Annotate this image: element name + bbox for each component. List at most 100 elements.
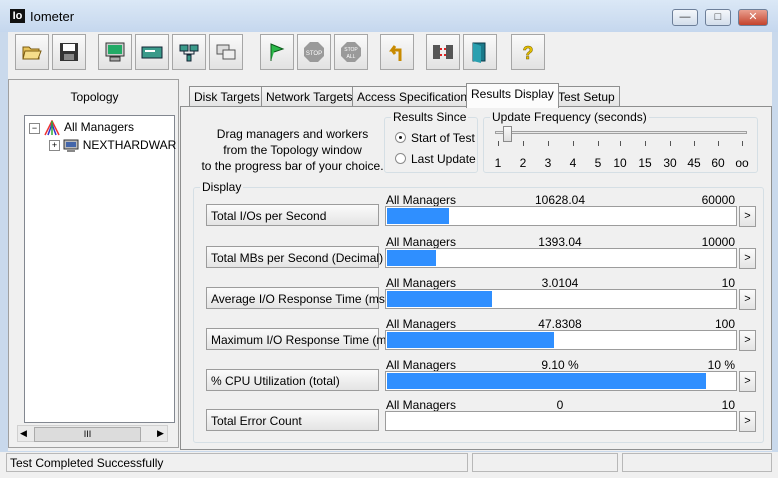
new-network-worker-button[interactable]: [172, 34, 206, 70]
row-max: 10 %: [707, 358, 735, 372]
row-manager-label: All Managers: [386, 193, 457, 207]
tree-node-manager[interactable]: + NEXTHARDWAR: [49, 138, 176, 153]
progress-fill: [387, 208, 449, 224]
maximize-button[interactable]: □: [705, 9, 731, 26]
stop-all-button[interactable]: STOP ALL: [334, 34, 368, 70]
frequency-tick-label: 30: [663, 156, 677, 170]
row-max: 60000: [701, 193, 735, 207]
svg-text:STOP: STOP: [344, 47, 358, 53]
duplicate-worker-button[interactable]: [209, 34, 243, 70]
metric-button[interactable]: Total MBs per Second (Decimal): [206, 246, 383, 268]
topology-tree[interactable]: − All Managers + NEXTHARDWAR: [24, 115, 176, 423]
frequency-tick-mark: [620, 141, 621, 146]
progress-bar[interactable]: [385, 330, 737, 350]
progress-bar[interactable]: [385, 371, 737, 391]
last-update-label[interactable]: Last Update: [411, 152, 476, 166]
metric-button[interactable]: Maximum I/O Response Time (ms): [206, 328, 396, 350]
frequency-slider-track[interactable]: [495, 131, 747, 134]
frequency-tick-label: 15: [638, 156, 652, 170]
scroll-right-icon[interactable]: ▶: [157, 428, 164, 439]
start-tests-icon: [270, 43, 285, 61]
row-value: 47.8308: [538, 317, 582, 331]
row-value: 10628.04: [534, 193, 586, 207]
metric-button[interactable]: Average I/O Response Time (ms): [206, 287, 389, 309]
save-config-icon: [60, 43, 78, 61]
tab-network-targets[interactable]: Network Targets: [261, 86, 358, 107]
scroll-thumb[interactable]: III: [34, 427, 141, 442]
row-max: 10000: [701, 235, 735, 249]
help-button[interactable]: ?: [511, 34, 545, 70]
row-manager-label: All Managers: [386, 235, 457, 249]
row-value: 1393.04: [538, 235, 582, 249]
start-display-icon: [105, 42, 125, 62]
open-config-button[interactable]: [15, 34, 49, 70]
frequency-tick-label: 5: [594, 156, 602, 170]
start-of-test-label[interactable]: Start of Test: [411, 131, 475, 145]
horizontal-scrollbar[interactable]: ◀ III ▶: [17, 425, 168, 442]
row-arrow-button[interactable]: >: [739, 248, 756, 269]
frequency-tick-label: 10: [613, 156, 627, 170]
expand-icon[interactable]: +: [49, 140, 60, 152]
minimize-button[interactable]: —: [672, 9, 698, 26]
scroll-left-icon[interactable]: ◀: [20, 428, 27, 439]
row-arrow-button[interactable]: >: [739, 206, 756, 227]
frequency-tick-label: 2: [519, 156, 527, 170]
row-arrow-button[interactable]: >: [739, 371, 756, 392]
start-display-button[interactable]: [98, 34, 132, 70]
tab-disk-targets[interactable]: Disk Targets: [189, 86, 265, 107]
progress-fill: [387, 373, 706, 389]
reset-workers-button[interactable]: [380, 34, 414, 70]
duplicate-worker-icon: [216, 44, 236, 60]
new-disk-worker-button[interactable]: [135, 34, 169, 70]
last-update-radio[interactable]: [395, 153, 406, 164]
new-disk-worker-icon: [141, 46, 163, 59]
row-value: 9.10 %: [541, 358, 579, 372]
row-max: 100: [714, 317, 735, 331]
exit-icon: [472, 42, 486, 63]
progress-bar[interactable]: [385, 248, 737, 268]
progress-fill: [387, 332, 554, 348]
progress-fill: [387, 291, 492, 307]
row-value: 3.0104: [541, 276, 579, 290]
frequency-tick-mark: [645, 141, 646, 146]
instruction-line: to the progress bar of your choice.: [201, 159, 384, 173]
frequency-tick-mark: [670, 141, 671, 146]
row-max: 10: [721, 276, 735, 290]
computer-icon: [63, 139, 79, 152]
row-arrow-button[interactable]: >: [739, 330, 756, 351]
stop-all-icon: STOPALL: [341, 42, 361, 62]
tab-test-setup[interactable]: Test Setup: [553, 86, 620, 107]
row-manager-label: All Managers: [386, 358, 457, 372]
tab-results-display[interactable]: Results Display: [466, 83, 559, 108]
collapse-icon[interactable]: −: [29, 122, 40, 134]
topology-panel: Topology − All Managers + NEXTHARDWAR ◀ …: [8, 79, 179, 448]
exit-button[interactable]: [463, 34, 497, 70]
frequency-tick-label: 60: [711, 156, 725, 170]
row-max: 10: [721, 398, 735, 412]
frequency-tick-mark: [523, 141, 524, 146]
title-bar: [0, 0, 778, 32]
progress-bar[interactable]: [385, 289, 737, 309]
start-tests-button[interactable]: [260, 34, 294, 70]
frequency-slider-thumb[interactable]: [503, 126, 512, 142]
metric-button[interactable]: Total Error Count: [206, 409, 379, 431]
save-config-button[interactable]: [52, 34, 86, 70]
tab-access-specifications[interactable]: Access Specifications: [352, 86, 479, 107]
progress-bar[interactable]: [385, 206, 737, 226]
row-arrow-button[interactable]: >: [739, 411, 756, 432]
metric-button[interactable]: Total I/Os per Second: [206, 204, 379, 226]
frequency-tick-mark: [718, 141, 719, 146]
close-button[interactable]: ✕: [738, 9, 768, 26]
stop-button[interactable]: STOP: [297, 34, 331, 70]
update-frequency-legend: Update Frequency (seconds): [492, 110, 647, 124]
row-manager-label: All Managers: [386, 276, 457, 290]
frequency-tick-mark: [498, 141, 499, 146]
row-arrow-button[interactable]: >: [739, 289, 756, 310]
progress-bar[interactable]: [385, 411, 737, 431]
start-of-test-radio[interactable]: [395, 132, 406, 143]
metric-button[interactable]: % CPU Utilization (total): [206, 369, 379, 391]
tree-node-all-managers[interactable]: − All Managers: [29, 119, 134, 136]
disconnect-button[interactable]: [426, 34, 460, 70]
new-network-worker-icon: [179, 44, 199, 62]
manager-label: NEXTHARDWAR: [82, 138, 177, 152]
